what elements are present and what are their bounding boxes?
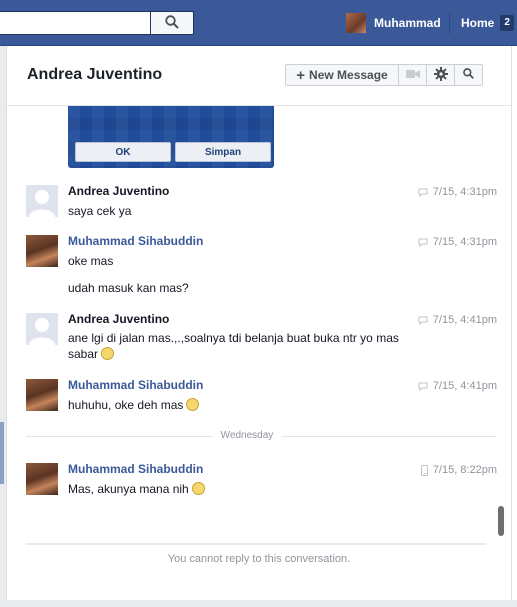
message-time: 7/15, 4:41pm bbox=[432, 380, 497, 392]
attached-screenshot[interactable]: OK Simpan bbox=[68, 106, 274, 168]
search-icon bbox=[165, 14, 179, 32]
conversation-header: Andrea Juventino + New Message bbox=[7, 46, 511, 106]
top-navigation-bar: Muhammad Home 2 bbox=[0, 0, 517, 46]
chat-bubble-icon bbox=[418, 316, 428, 325]
new-message-label: New Message bbox=[309, 68, 388, 82]
home-link[interactable]: Home 2 bbox=[461, 13, 514, 33]
gear-icon bbox=[433, 66, 448, 84]
profile-name: Muhammad bbox=[374, 16, 441, 30]
avatar[interactable] bbox=[26, 313, 58, 345]
message-text: ane lgi di jalan mas.,.,soalnya tdi bela… bbox=[68, 331, 399, 345]
chat-bubble-icon bbox=[418, 382, 428, 391]
search-icon bbox=[463, 68, 474, 82]
search-button[interactable] bbox=[150, 11, 194, 35]
conversation-toolbar: + New Message bbox=[285, 64, 483, 86]
settings-button[interactable] bbox=[426, 64, 455, 86]
message-author[interactable]: Andrea Juventino bbox=[68, 312, 169, 326]
message-text: Mas, akunya mana nih bbox=[68, 482, 189, 496]
message-timestamp: 7/15, 4:41pm bbox=[418, 380, 497, 392]
smile-emoji-icon bbox=[101, 347, 115, 360]
nav-divider bbox=[449, 12, 450, 34]
video-call-button[interactable] bbox=[398, 64, 427, 86]
mobile-phone-icon bbox=[420, 464, 428, 476]
chat-bubble-icon bbox=[418, 238, 428, 247]
attachment-ok-button: OK bbox=[75, 142, 171, 162]
message-author[interactable]: Muhammad Sihabuddin bbox=[68, 234, 203, 248]
message-text-line: Mas, akunya mana nih bbox=[68, 481, 205, 497]
message-time: 7/15, 4:31pm bbox=[432, 236, 497, 248]
day-separator-label: Wednesday bbox=[212, 430, 282, 441]
scrollbar-thumb[interactable] bbox=[498, 506, 504, 536]
search-conversation-button[interactable] bbox=[454, 64, 483, 86]
message-time: 7/15, 4:41pm bbox=[432, 314, 497, 326]
message-author[interactable]: Muhammad Sihabuddin bbox=[68, 378, 203, 392]
conversation-title: Andrea Juventino bbox=[27, 66, 163, 83]
avatar[interactable] bbox=[26, 185, 58, 217]
message-text: sabar bbox=[68, 347, 99, 361]
search-input[interactable] bbox=[0, 11, 150, 35]
message-text: saya cek ya bbox=[68, 204, 132, 218]
profile-link[interactable]: Muhammad bbox=[346, 13, 441, 33]
message-text-line: sabar bbox=[68, 346, 115, 362]
smile-emoji-icon bbox=[186, 398, 200, 411]
selected-thread-indicator bbox=[0, 422, 4, 484]
home-label: Home bbox=[461, 16, 495, 30]
message-timestamp: 7/15, 4:31pm bbox=[418, 236, 497, 248]
avatar[interactable] bbox=[26, 235, 58, 267]
avatar[interactable] bbox=[26, 463, 58, 495]
attachment-save-button: Simpan bbox=[175, 142, 271, 162]
page-bottom-strip bbox=[0, 600, 517, 607]
message-text: oke mas bbox=[68, 254, 114, 268]
message-time: 7/15, 4:31pm bbox=[432, 186, 497, 198]
chat-bubble-icon bbox=[418, 188, 428, 197]
avatar bbox=[346, 13, 366, 33]
avatar[interactable] bbox=[26, 379, 58, 411]
composer-divider bbox=[26, 543, 486, 545]
reply-disabled-notice: You cannot reply to this conversation. bbox=[167, 553, 351, 565]
message-text: udah masuk kan mas? bbox=[68, 281, 189, 295]
video-camera-icon bbox=[405, 68, 420, 82]
message-text-line: huhuhu, oke deh mas bbox=[68, 397, 200, 413]
new-message-button[interactable]: + New Message bbox=[285, 64, 399, 86]
message-author[interactable]: Andrea Juventino bbox=[68, 184, 169, 198]
message-timestamp: 7/15, 8:22pm bbox=[420, 464, 497, 476]
message-time: 7/15, 8:22pm bbox=[432, 464, 497, 476]
tongue-emoji-icon bbox=[191, 482, 205, 495]
message-author[interactable]: Muhammad Sihabuddin bbox=[68, 462, 203, 476]
message-text: huhuhu, oke deh mas bbox=[68, 398, 184, 412]
plus-icon: + bbox=[296, 66, 306, 84]
message-timestamp: 7/15, 4:31pm bbox=[418, 186, 497, 198]
notification-badge: 2 bbox=[500, 15, 514, 31]
conversation-panel: Andrea Juventino + New Message OK Simpan… bbox=[6, 46, 512, 607]
message-timestamp: 7/15, 4:41pm bbox=[418, 314, 497, 326]
